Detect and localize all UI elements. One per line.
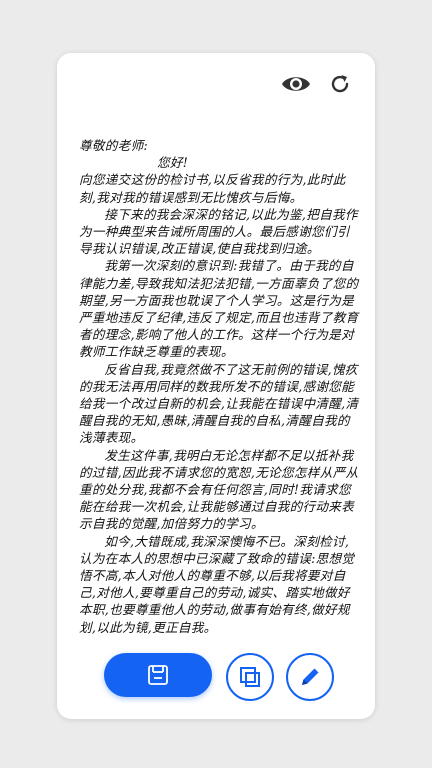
eye-icon: [282, 77, 310, 91]
letter-paragraph: 接下来的我会深深的铭记,以此为鉴,把自我作为一种典型来告诫所周围的人。最后感谢您…: [79, 206, 358, 257]
letter-card: 尊敬的老师: 您好! 向您递交这份的检讨书,以反省我的行为,此时此刻,我对我的错…: [57, 53, 375, 719]
edit-button[interactable]: [286, 653, 334, 701]
letter-paragraph: 向您递交这份的检讨书,以反省我的行为,此时此刻,我对我的错误感到无比愧疚与后悔。: [79, 172, 346, 205]
top-toolbar: [281, 69, 355, 99]
refresh-button[interactable]: [325, 69, 355, 99]
letter-paragraph: 发生这件事,我明白无论怎样都不足以抵补我的过错,因此我不请求您的宽恕,无论您怎样…: [79, 447, 359, 532]
letter-salutation: 尊敬的老师:: [79, 138, 149, 153]
save-icon: [148, 665, 168, 685]
handwritten-letter: 尊敬的老师: 您好! 向您递交这份的检讨书,以反省我的行为,此时此刻,我对我的错…: [79, 137, 361, 636]
format-icon: [240, 667, 260, 687]
letter-paragraph: 如今,大错既成,我深深懊悔不已。深刻检讨,认为在本人的思想中已深藏了致命的错误:…: [79, 533, 355, 635]
letter-paragraph: 反省自我,我竟然做不了这无前例的错误,愧疚的我无法再用同样的数我所发不的错误,感…: [79, 361, 359, 446]
letter-greeting: 您好!: [157, 155, 189, 171]
preview-button[interactable]: [281, 69, 311, 99]
letter-paragraph: 我第一次深刻的意识到:我错了。由于我的自律能力差,导致我知法犯法犯错,一方面辜负…: [79, 258, 359, 360]
refresh-icon: [331, 75, 349, 93]
save-button[interactable]: [104, 653, 212, 697]
pencil-icon: [302, 668, 319, 685]
format-button[interactable]: [226, 653, 274, 701]
